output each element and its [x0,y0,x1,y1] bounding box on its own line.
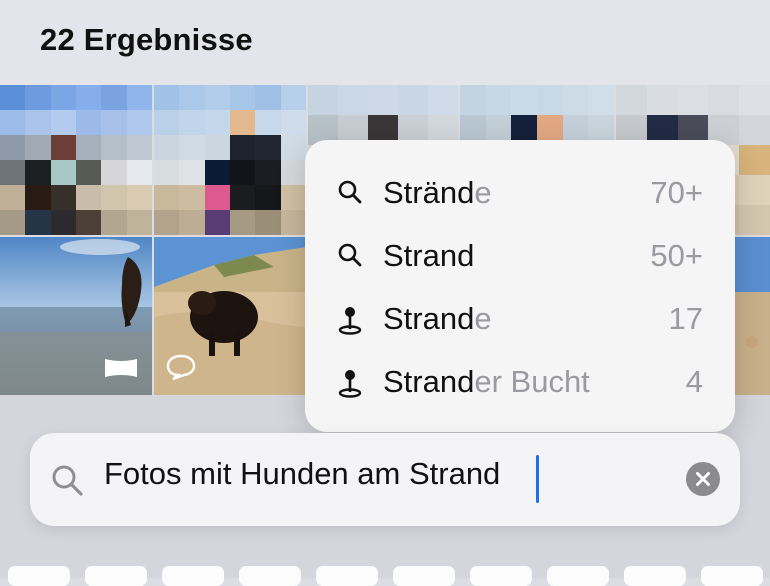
suggestion-count: 50+ [650,238,703,273]
search-icon [338,180,362,204]
results-count-title: 22 Ergebnisse [40,22,253,57]
location-pin-icon [338,370,362,398]
search-icon [52,465,83,496]
suggestion-row[interactable]: Strände 70+ [305,161,735,224]
suggestion-count: 17 [668,301,703,336]
keyboard-key[interactable] [624,566,686,586]
suggestion-count: 4 [685,364,703,399]
keyboard-key[interactable] [8,566,70,586]
speech-bubble-icon [166,354,196,381]
suggestion-match-text: Strand [383,238,475,273]
suggestion-row[interactable]: Strande 17 [305,287,735,350]
text-cursor [536,455,539,503]
clear-search-button[interactable] [686,462,720,496]
keyboard-key[interactable] [393,566,455,586]
suggestion-label: Strände [383,175,492,211]
suggestion-count: 70+ [650,175,703,210]
search-suggestions-popup: Strände 70+ Strand 50+ Strande 17 Strand… [305,140,735,432]
suggestion-rest-text: e [474,175,492,210]
keyboard-key[interactable] [701,566,763,586]
suggestion-label: Strand [383,238,474,274]
suggestion-rest-text: er Bucht [474,364,590,399]
keyboard-key[interactable] [470,566,532,586]
suggestion-row[interactable]: Strand 50+ [305,224,735,287]
suggestion-match-text: Strand [383,364,475,399]
suggestion-match-text: Strand [383,301,475,336]
results-header: 22 Ergebnisse [0,0,770,85]
suggestion-label: Strander Bucht [383,364,590,400]
keyboard-key[interactable] [547,566,609,586]
photo-thumbnail[interactable] [0,85,152,235]
suggestion-rest-text: e [474,301,492,336]
close-icon [696,472,710,486]
keyboard-top-row [0,566,770,586]
search-input[interactable]: Fotos mit Hunden am Strand [104,456,500,492]
keyboard-key[interactable] [239,566,301,586]
search-bar[interactable]: Fotos mit Hunden am Strand [30,433,740,526]
keyboard-key[interactable] [316,566,378,586]
photo-thumbnail[interactable] [154,85,306,235]
location-pin-icon [338,307,362,335]
suggestion-match-text: Stränd [383,175,475,210]
search-icon [338,243,362,267]
keyboard-key[interactable] [162,566,224,586]
suggestion-row[interactable]: Strander Bucht 4 [305,350,735,413]
photo-thumbnail[interactable] [734,237,770,395]
keyboard-key[interactable] [85,566,147,586]
panorama-icon [105,359,137,377]
suggestion-label: Strande [383,301,492,337]
